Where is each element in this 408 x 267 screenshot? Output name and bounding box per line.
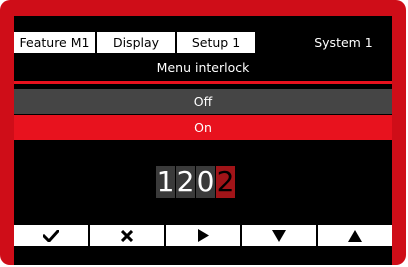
confirm-button[interactable] (14, 225, 88, 246)
next-button[interactable] (166, 225, 240, 246)
option-on[interactable]: On (14, 115, 392, 140)
code-digit-4-selected[interactable]: 2 (216, 166, 235, 198)
close-icon (121, 229, 133, 242)
display-screen: Feature M1 Display Setup 1 System 1 Menu… (14, 16, 392, 265)
code-digit-3[interactable]: 0 (196, 166, 215, 198)
checkmark-icon (43, 229, 59, 242)
cancel-button[interactable] (90, 225, 164, 246)
code-digit-1[interactable]: 1 (156, 166, 175, 198)
arrow-up-icon (348, 229, 362, 242)
menu-title: Menu interlock (156, 60, 250, 75)
device-frame: Feature M1 Display Setup 1 System 1 Menu… (0, 0, 406, 265)
arrow-down-icon (272, 229, 286, 242)
tab-feature-m1[interactable]: Feature M1 (14, 32, 97, 53)
softkey-bar (14, 225, 392, 246)
up-button[interactable] (318, 225, 392, 246)
tab-bar: Feature M1 Display Setup 1 System 1 (14, 32, 392, 53)
title-divider (14, 81, 392, 84)
option-off[interactable]: Off (14, 89, 392, 114)
code-digit-2[interactable]: 2 (176, 166, 195, 198)
tab-display[interactable]: Display (97, 32, 177, 53)
arrow-right-icon (198, 229, 209, 242)
tab-system-1[interactable]: System 1 (257, 32, 392, 53)
tab-setup-1[interactable]: Setup 1 (177, 32, 257, 53)
down-button[interactable] (242, 225, 316, 246)
code-entry: 1 2 0 2 (156, 166, 235, 198)
